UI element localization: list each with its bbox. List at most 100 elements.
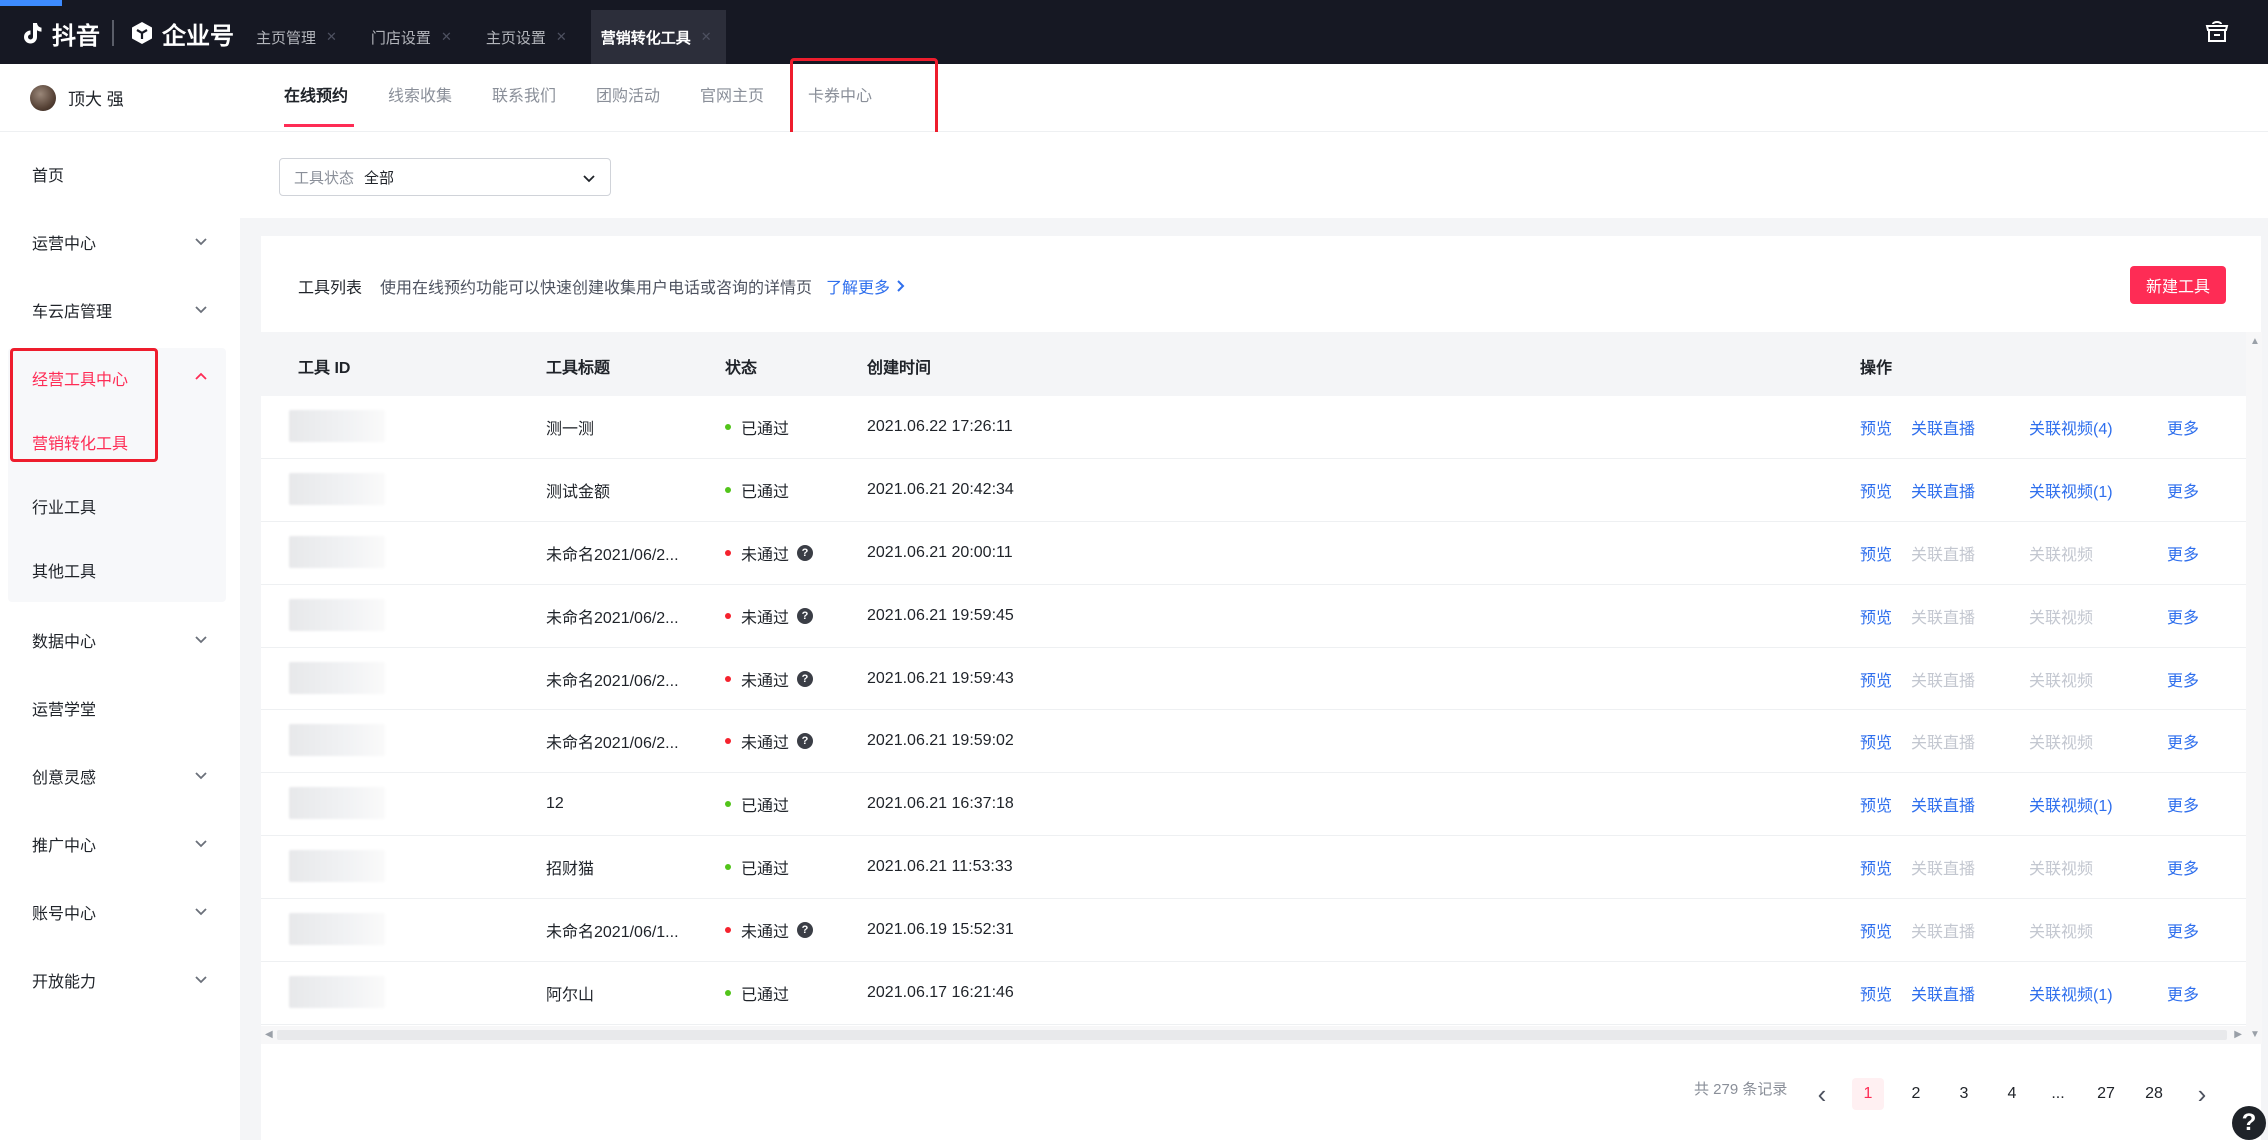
table-row[interactable]: 阿尔山 已通过 2021.06.17 16:21:46 预览 关联直播 关联视频(1) 更多 [261, 962, 2246, 1025]
preview-link[interactable]: 预览 [1860, 836, 1892, 898]
question-icon[interactable]: ? [797, 733, 814, 750]
table-row[interactable]: 招财猫 已通过 2021.06.21 11:53:33 预览 关联直播 关联视频 更多 [261, 836, 2246, 900]
table-row[interactable]: 12 已通过 2021.06.21 16:37:18 预览 关联直播 关联视频(1) 更多 [261, 773, 2246, 837]
link-video-link[interactable]: 关联视频(1) [2029, 962, 2113, 1024]
link-live-link[interactable]: 关联直播 [1911, 396, 1975, 458]
link-live-link[interactable]: 关联直播 [1911, 962, 1975, 1024]
prev-page-icon[interactable]: ‹ [1806, 1078, 1838, 1110]
preview-link[interactable]: 预览 [1860, 648, 1892, 710]
more-link[interactable]: 更多 [2167, 648, 2199, 710]
preview-link[interactable]: 预览 [1860, 522, 1892, 584]
more-link[interactable]: 更多 [2167, 773, 2199, 835]
more-link[interactable]: 更多 [2167, 710, 2199, 772]
link-video-link[interactable]: 关联视频(4) [2029, 396, 2113, 458]
more-link[interactable]: 更多 [2167, 522, 2199, 584]
more-link[interactable]: 更多 [2167, 459, 2199, 521]
sidebar-item-creative[interactable]: 创意灵感 [0, 752, 240, 800]
question-icon[interactable]: ? [797, 607, 814, 624]
page-4[interactable]: 4 [1996, 1078, 2028, 1110]
close-icon[interactable]: ✕ [556, 29, 567, 45]
scroll-thumb[interactable] [277, 1030, 2227, 1040]
link-video-link[interactable]: 关联视频(1) [2029, 773, 2113, 835]
link-video-link[interactable]: 关联视频(1) [2029, 459, 2113, 521]
sidebar-item-open-api[interactable]: 开放能力 [0, 956, 240, 1004]
avatar[interactable] [30, 84, 56, 111]
more-link[interactable]: 更多 [2167, 585, 2199, 647]
more-link[interactable]: 更多 [2167, 962, 2199, 1024]
link-live-link[interactable]: 关联直播 [1911, 773, 1975, 835]
tool-id-redacted [289, 472, 385, 505]
close-icon[interactable]: ✕ [441, 29, 452, 45]
table-row[interactable]: 测试金额 已通过 2021.06.21 20:42:34 预览 关联直播 关联视频(1) 更… [261, 459, 2246, 522]
scroll-down-icon[interactable]: ▼ [2250, 1029, 2260, 1040]
next-page-icon[interactable]: › [2186, 1078, 2218, 1110]
sidebar-item-data-center[interactable]: 数据中心 [0, 616, 240, 664]
more-link[interactable]: 更多 [2167, 899, 2199, 961]
question-icon[interactable]: ? [797, 544, 814, 561]
learn-more-link[interactable]: 了解更多 [826, 274, 906, 298]
page-27[interactable]: 27 [2090, 1078, 2122, 1110]
tab-official-site[interactable]: 官网主页 [700, 82, 764, 106]
status-label: 已通过 [741, 861, 790, 879]
tab-online-booking[interactable]: 在线预约 [284, 82, 348, 106]
question-icon[interactable]: ? [797, 922, 814, 939]
tab-contact-us[interactable]: 联系我们 [492, 82, 556, 106]
tool-status-select[interactable]: 工具状态 全部 [279, 158, 611, 196]
table-row[interactable]: 未命名2021/06/2... 未通过? 2021.06.21 19:59:45 预览… [261, 585, 2246, 648]
close-icon[interactable]: ✕ [701, 29, 712, 45]
vertical-scrollbar[interactable]: ▲ ▼ [2246, 332, 2262, 1044]
shop-icon[interactable] [2204, 20, 2230, 44]
scroll-up-icon[interactable]: ▲ [2250, 336, 2260, 347]
table-row[interactable]: 未命名2021/06/2... 未通过? 2021.06.21 19:59:02 预览… [261, 710, 2246, 774]
page-28[interactable]: 28 [2138, 1078, 2170, 1110]
help-icon[interactable]: ? [2232, 1106, 2266, 1140]
created-time-cell: 2021.06.19 15:52:31 [867, 921, 1014, 939]
scroll-left-icon[interactable]: ◀ [265, 1029, 273, 1040]
douyin-icon [24, 23, 42, 44]
enterprise-logo[interactable]: 企业号 [130, 20, 234, 50]
horizontal-scrollbar[interactable]: ◀ ▶ [261, 1026, 2246, 1044]
sidebar-item-industry-tool[interactable]: 行业工具 [0, 482, 240, 530]
tool-id-redacted [289, 598, 385, 631]
close-icon[interactable]: ✕ [326, 29, 337, 45]
preview-link[interactable]: 预览 [1860, 710, 1892, 772]
table-row[interactable]: 未命名2021/06/2... 未通过? 2021.06.21 19:59:43 预览… [261, 648, 2246, 711]
col-header-id: 工具 ID [298, 360, 351, 377]
table-row[interactable]: 未命名2021/06/1... 未通过? 2021.06.19 15:52:31 预览… [261, 899, 2246, 963]
table-row[interactable]: 测一测 已通过 2021.06.22 17:26:11 预览 关联直播 关联视频(4) 更多 [261, 396, 2246, 459]
question-icon[interactable]: ? [797, 670, 814, 687]
window-tab[interactable]: 主页管理 ✕ [246, 10, 351, 64]
window-tab[interactable]: 门店设置 ✕ [361, 10, 466, 64]
preview-link[interactable]: 预览 [1860, 396, 1892, 458]
sidebar-item-account[interactable]: 账号中心 [0, 888, 240, 936]
sidebar-item-operations[interactable]: 运营中心 [0, 218, 240, 266]
page-2[interactable]: 2 [1900, 1078, 1932, 1110]
douyin-logo[interactable]: 抖音 [20, 20, 100, 50]
more-link[interactable]: 更多 [2167, 396, 2199, 458]
sidebar-item-other-tool[interactable]: 其他工具 [0, 546, 240, 594]
sidebar-item-promotion[interactable]: 推广中心 [0, 820, 240, 868]
page-1[interactable]: 1 [1852, 1078, 1884, 1110]
page-3[interactable]: 3 [1948, 1078, 1980, 1110]
window-tab[interactable]: 营销转化工具 ✕ [590, 10, 726, 64]
link-live-link[interactable]: 关联直播 [1911, 459, 1975, 521]
scroll-right-icon[interactable]: ▶ [2234, 1029, 2242, 1040]
sidebar-item-label: 运营学堂 [32, 702, 97, 719]
more-link[interactable]: 更多 [2167, 836, 2199, 898]
new-tool-button[interactable]: 新建工具 [2130, 266, 2226, 304]
table-row[interactable]: 未命名2021/06/2... 未通过? 2021.06.21 20:00:11 预览… [261, 522, 2246, 585]
preview-link[interactable]: 预览 [1860, 899, 1892, 961]
preview-link[interactable]: 预览 [1860, 773, 1892, 835]
preview-link[interactable]: 预览 [1860, 585, 1892, 647]
window-tab[interactable]: 主页设置 ✕ [476, 10, 581, 64]
tab-lead-collection[interactable]: 线索收集 [388, 82, 452, 106]
sidebar-item-car-store[interactable]: 车云店管理 [0, 286, 240, 334]
sidebar-item-home[interactable]: 首页 [0, 150, 240, 198]
sidebar-item-academy[interactable]: 运营学堂 [0, 684, 240, 732]
preview-link[interactable]: 预览 [1860, 459, 1892, 521]
preview-link[interactable]: 预览 [1860, 962, 1892, 1024]
user-bar[interactable]: 顶大 强 [0, 64, 240, 132]
status-label: 已通过 [741, 483, 790, 501]
sidebar-item-label: 开放能力 [32, 974, 97, 991]
tab-group-buy[interactable]: 团购活动 [596, 82, 660, 106]
